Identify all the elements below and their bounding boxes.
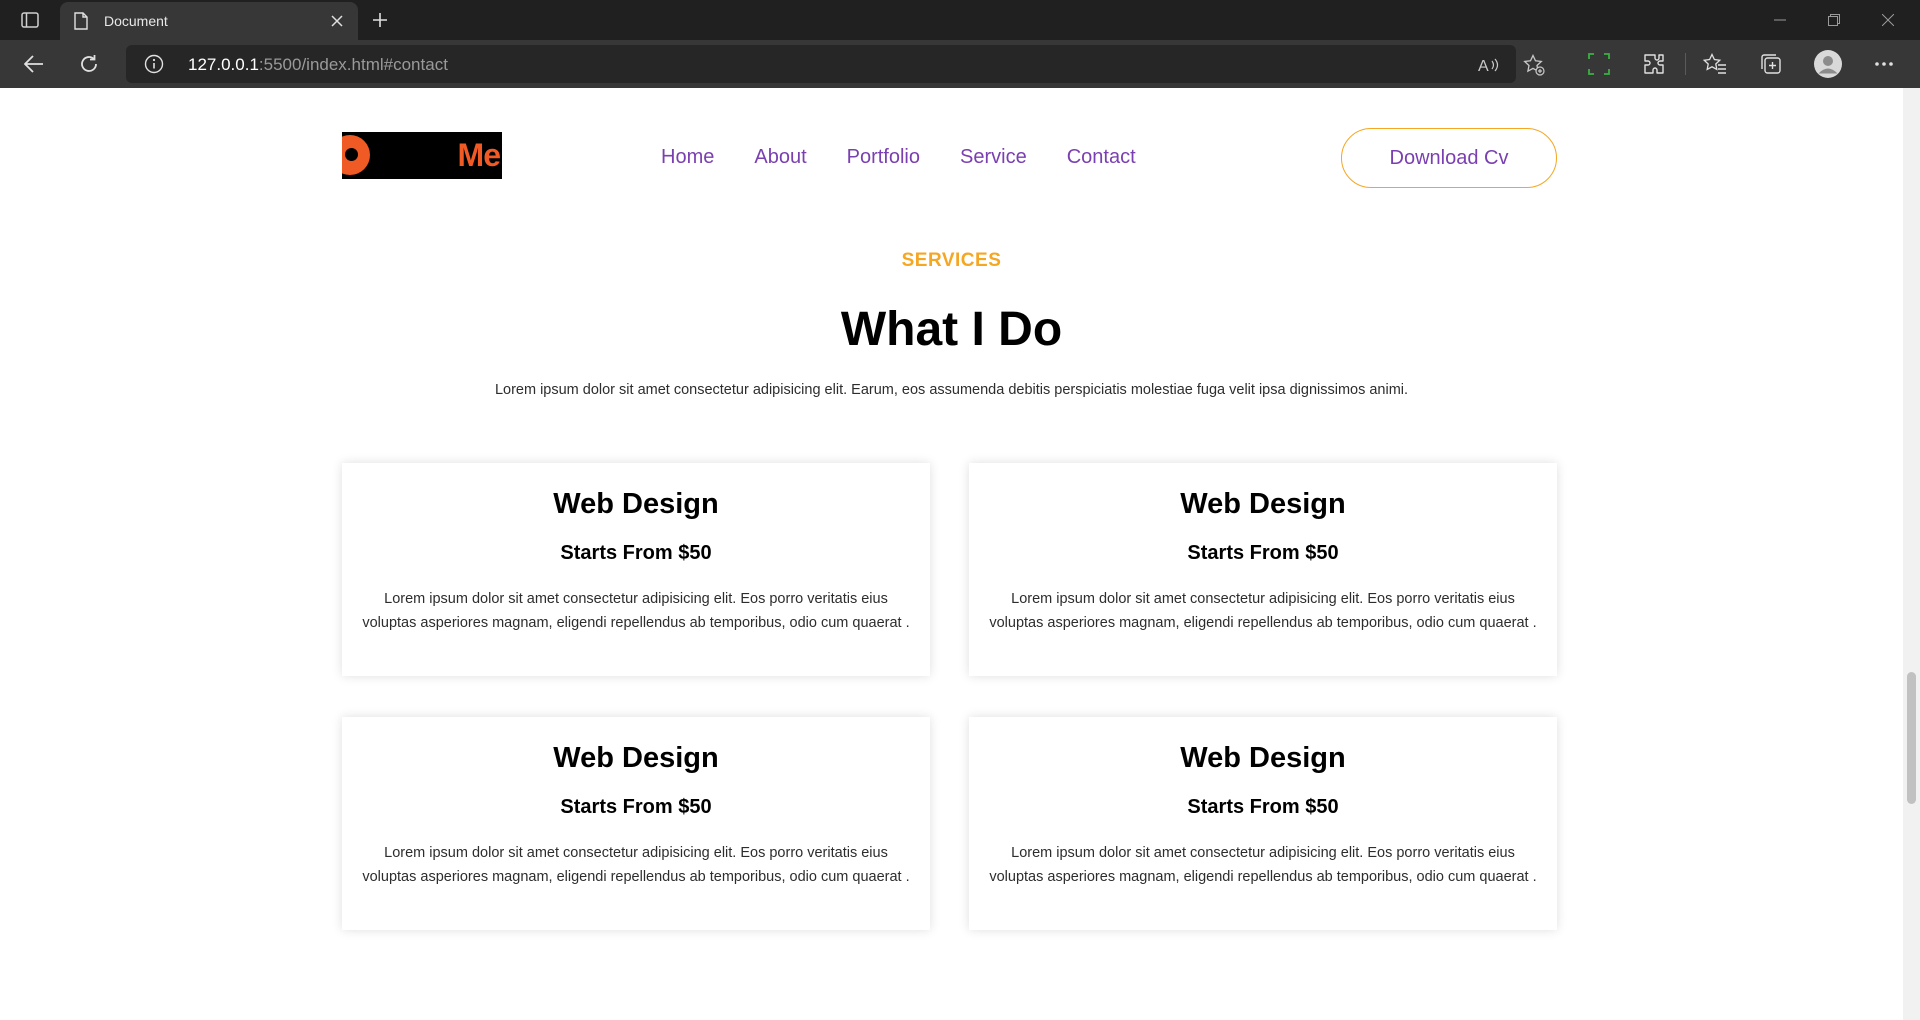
card-title: Web Design bbox=[1180, 488, 1346, 520]
collections-icon[interactable] bbox=[1757, 50, 1785, 78]
info-icon[interactable] bbox=[144, 54, 164, 78]
nav-link-home[interactable]: Home bbox=[661, 146, 714, 169]
card-description: Lorem ipsum dolor sit amet consectetur a… bbox=[362, 845, 910, 885]
tab-title: Document bbox=[104, 13, 168, 29]
section-intro: Lorem ipsum dolor sit amet consectetur a… bbox=[494, 382, 1409, 398]
card-description: Lorem ipsum dolor sit amet consectetur a… bbox=[989, 845, 1537, 885]
card-title: Web Design bbox=[553, 742, 719, 774]
nav-link-portfolio[interactable]: Portfolio bbox=[847, 146, 920, 169]
plus-icon[interactable] bbox=[368, 8, 392, 32]
logo-text: Me bbox=[457, 137, 501, 173]
scrollbar-thumb[interactable] bbox=[1907, 672, 1916, 804]
browser-toolbar: 127.0.0.1:5500/index.html#contact A bbox=[0, 40, 1920, 88]
toolbar-divider bbox=[1685, 53, 1686, 75]
tab-actions-icon[interactable] bbox=[18, 9, 42, 31]
read-aloud-icon[interactable]: A bbox=[1478, 54, 1500, 76]
url-path: :5500/index.html#contact bbox=[258, 55, 448, 74]
card-price: Starts From $50 bbox=[1187, 542, 1339, 564]
service-card: Web Design Starts From $50 Lorem ipsum d… bbox=[342, 717, 930, 930]
page-icon bbox=[74, 12, 88, 34]
nav-link-service[interactable]: Service bbox=[960, 146, 1027, 169]
page-scrollbar[interactable] bbox=[1903, 88, 1920, 1020]
refresh-icon[interactable] bbox=[75, 50, 103, 78]
nav-link-contact[interactable]: Contact bbox=[1067, 146, 1136, 169]
url-host: 127.0.0.1 bbox=[188, 55, 259, 74]
url-text: 127.0.0.1:5500/index.html#contact bbox=[188, 55, 448, 75]
window-close-icon[interactable] bbox=[1876, 8, 1900, 32]
favorite-add-icon[interactable] bbox=[1523, 54, 1545, 76]
restore-icon[interactable] bbox=[1822, 8, 1846, 32]
svg-text:A: A bbox=[1478, 58, 1489, 75]
card-description: Lorem ipsum dolor sit amet consectetur a… bbox=[362, 591, 910, 631]
page-viewport: Me Home About Portfolio Service Contact … bbox=[0, 88, 1903, 1020]
site-logo[interactable]: Me bbox=[342, 132, 502, 179]
more-icon[interactable] bbox=[1870, 50, 1898, 78]
card-price: Starts From $50 bbox=[560, 796, 712, 818]
card-title: Web Design bbox=[1180, 742, 1346, 774]
card-price: Starts From $50 bbox=[560, 542, 712, 564]
card-price: Starts From $50 bbox=[1187, 796, 1339, 818]
logo-mark-icon bbox=[342, 135, 370, 175]
service-card: Web Design Starts From $50 Lorem ipsum d… bbox=[969, 717, 1557, 930]
profile-icon[interactable] bbox=[1812, 48, 1844, 80]
close-icon[interactable] bbox=[328, 12, 346, 30]
service-card: Web Design Starts From $50 Lorem ipsum d… bbox=[342, 463, 930, 676]
favorites-icon[interactable] bbox=[1701, 50, 1729, 78]
main-nav: Home About Portfolio Service Contact bbox=[661, 146, 1136, 169]
download-cv-button[interactable]: Download Cv bbox=[1341, 128, 1557, 188]
extensions-icon[interactable] bbox=[1640, 50, 1668, 78]
browser-tab-bar: Document bbox=[0, 0, 1920, 40]
minimize-icon[interactable] bbox=[1768, 8, 1792, 32]
browser-tab[interactable]: Document bbox=[60, 2, 358, 40]
screenshot-icon[interactable] bbox=[1585, 50, 1613, 78]
card-description: Lorem ipsum dolor sit amet consectetur a… bbox=[989, 591, 1537, 631]
nav-link-about[interactable]: About bbox=[754, 146, 806, 169]
service-card: Web Design Starts From $50 Lorem ipsum d… bbox=[969, 463, 1557, 676]
card-title: Web Design bbox=[553, 488, 719, 520]
section-heading: What I Do bbox=[840, 303, 1063, 356]
back-icon[interactable] bbox=[20, 50, 48, 78]
address-bar[interactable]: 127.0.0.1:5500/index.html#contact A bbox=[126, 45, 1545, 83]
section-eyebrow: SERVICES bbox=[901, 250, 1002, 271]
